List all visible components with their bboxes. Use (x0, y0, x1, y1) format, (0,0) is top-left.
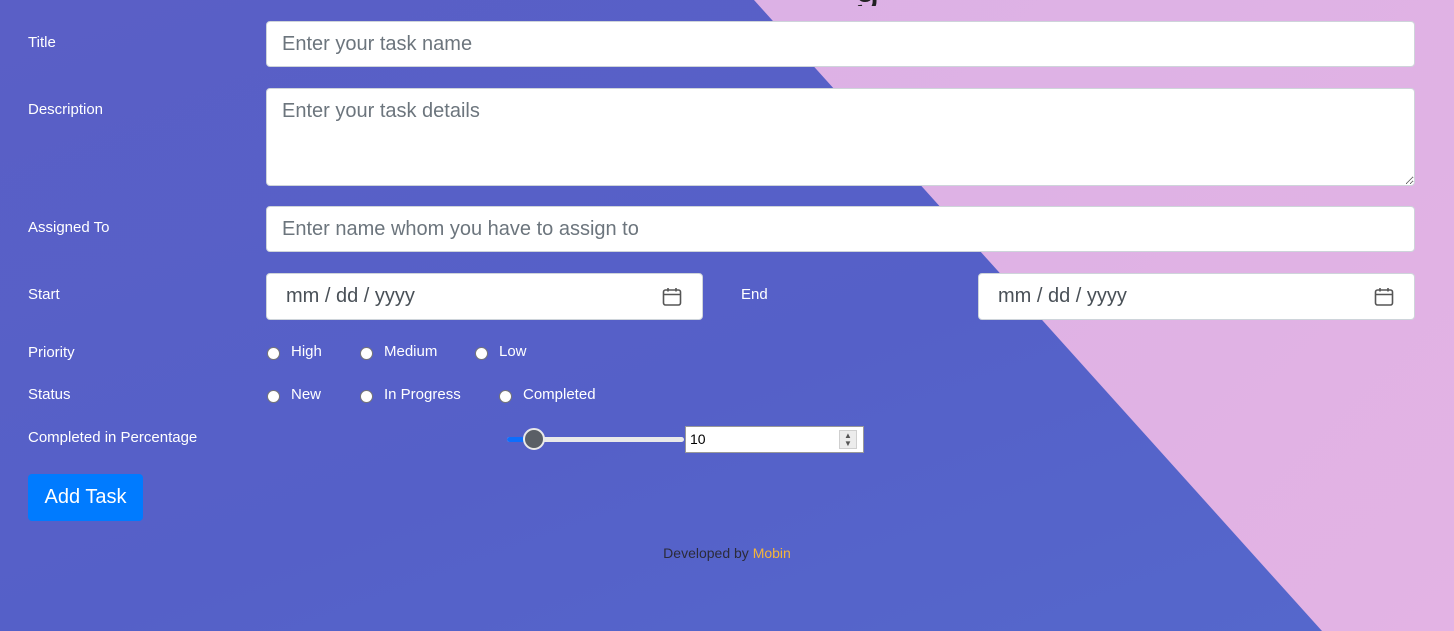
priority-label: Priority (28, 344, 75, 361)
priority-option-high[interactable]: High (267, 343, 322, 360)
footer: Developed by Mobin (0, 545, 1454, 561)
percentage-slider[interactable] (507, 428, 684, 450)
start-date-value: mm / dd / yyyy (286, 285, 415, 307)
end-label: End (741, 286, 768, 303)
footer-author-link[interactable]: Mobin (753, 545, 791, 561)
start-label: Start (28, 286, 60, 303)
spinner-down-icon[interactable]: ▼ (844, 439, 852, 448)
priority-option-medium[interactable]: Medium (360, 343, 437, 360)
assigned-to-label: Assigned To (28, 219, 110, 236)
radio-label: Completed (523, 386, 596, 403)
percentage-value: 10 (690, 431, 706, 447)
end-date-value: mm / dd / yyyy (998, 285, 1127, 307)
assigned-to-input[interactable] (266, 206, 1415, 252)
page-heading-fragment: g (855, 0, 895, 6)
radio-button[interactable] (360, 389, 373, 403)
radio-button[interactable] (360, 346, 373, 360)
status-option-new[interactable]: New (267, 386, 321, 403)
radio-button[interactable] (475, 346, 488, 360)
description-label: Description (28, 101, 104, 118)
percentage-number-input[interactable]: 10 ▲ ▼ (685, 426, 864, 453)
radio-label: Medium (384, 343, 438, 360)
status-label: Status (28, 386, 71, 403)
radio-label: High (291, 343, 322, 360)
slider-thumb[interactable] (522, 428, 545, 450)
start-date-input[interactable]: mm / dd / yyyy (266, 273, 703, 320)
end-date-input[interactable]: mm / dd / yyyy (978, 273, 1415, 320)
calendar-icon[interactable] (1374, 287, 1394, 307)
status-option-in-progress[interactable]: In Progress (360, 386, 461, 403)
priority-option-low[interactable]: Low (475, 343, 527, 360)
add-task-button[interactable]: Add Task (28, 474, 143, 521)
radio-label: New (291, 386, 322, 403)
title-label: Title (28, 34, 56, 51)
completed-percentage-label: Completed in Percentage (28, 429, 198, 446)
radio-label: In Progress (384, 386, 461, 403)
status-option-completed[interactable]: Completed (499, 386, 596, 403)
radio-button[interactable] (499, 389, 512, 403)
radio-button[interactable] (267, 346, 280, 360)
radio-label: Low (499, 343, 527, 360)
title-input[interactable] (266, 21, 1415, 67)
calendar-icon[interactable] (662, 287, 682, 307)
number-spinner[interactable]: ▲ ▼ (839, 430, 857, 449)
radio-button[interactable] (267, 389, 280, 403)
footer-prefix: Developed by (663, 545, 749, 561)
description-textarea[interactable] (266, 88, 1415, 186)
